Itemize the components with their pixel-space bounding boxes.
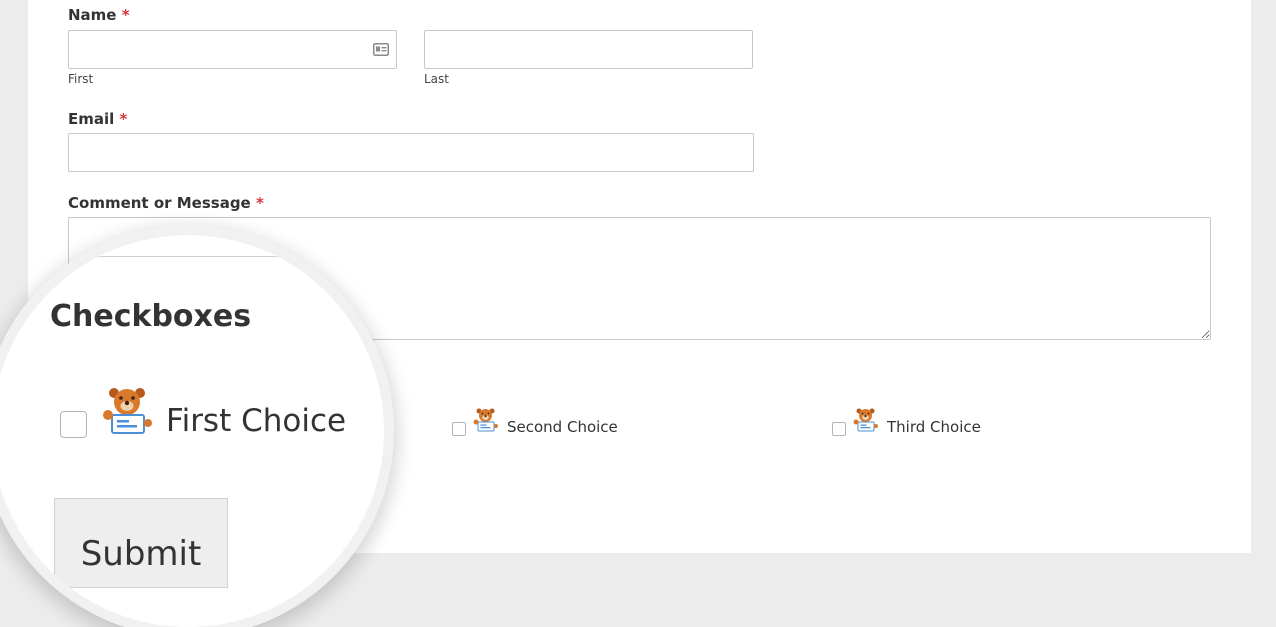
bear-mascot-icon bbox=[472, 407, 500, 437]
first-sublabel: First bbox=[68, 72, 94, 86]
choice-label: Second Choice bbox=[507, 417, 618, 436]
choice-label: First Choice bbox=[166, 403, 347, 439]
name-label: Name * bbox=[68, 6, 130, 24]
first-name-input[interactable] bbox=[68, 30, 397, 69]
submit-button[interactable]: Submit bbox=[54, 498, 228, 588]
checkbox-second[interactable] bbox=[452, 422, 466, 436]
email-field[interactable] bbox=[68, 133, 754, 172]
choice-label: Third Choice bbox=[887, 417, 981, 436]
bear-mascot-icon bbox=[852, 407, 880, 437]
checkboxes-label: Checkboxes bbox=[50, 299, 252, 334]
last-name-input[interactable] bbox=[424, 30, 753, 69]
required-mark: * bbox=[121, 6, 130, 24]
contact-card-icon[interactable] bbox=[373, 41, 389, 56]
checkbox-choice-second[interactable]: Second Choice bbox=[452, 407, 618, 437]
checkbox-choice-third[interactable]: Third Choice bbox=[832, 407, 981, 437]
comment-label-text: Comment or Message bbox=[68, 194, 251, 212]
required-mark: * bbox=[255, 194, 264, 212]
email-label-text: Email bbox=[68, 110, 115, 128]
comment-label: Comment or Message * bbox=[68, 194, 264, 212]
magnifier-lens: Checkboxes First Choice Submit bbox=[0, 235, 384, 627]
checkbox-first[interactable] bbox=[60, 410, 87, 438]
name-label-text: Name bbox=[68, 6, 117, 24]
email-label: Email * bbox=[68, 110, 127, 128]
magnified-textarea-edge bbox=[68, 235, 384, 257]
checkbox-third[interactable] bbox=[832, 422, 846, 436]
required-mark: * bbox=[119, 110, 128, 128]
bear-mascot-icon bbox=[100, 385, 156, 441]
checkbox-choice-first[interactable]: First Choice bbox=[60, 385, 346, 441]
last-sublabel: Last bbox=[424, 72, 449, 86]
